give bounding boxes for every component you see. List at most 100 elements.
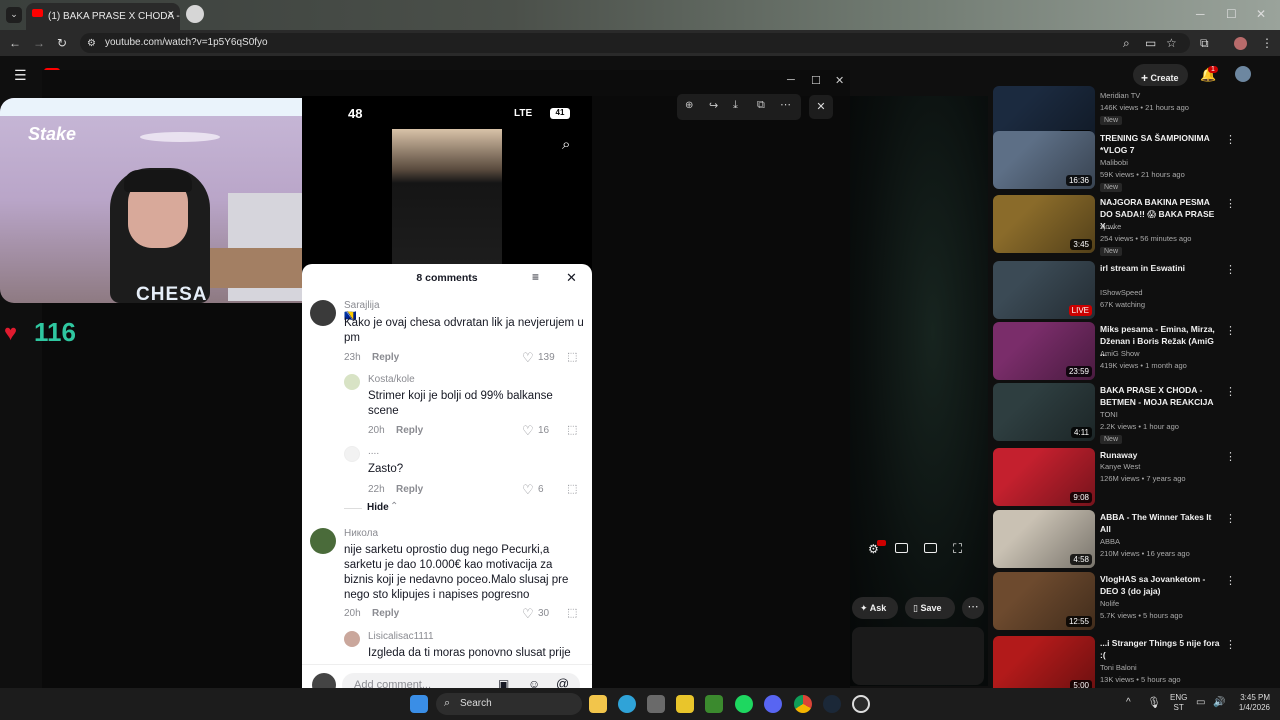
app-icon[interactable] (676, 695, 694, 713)
minecraft-icon[interactable] (705, 695, 723, 713)
video-channel[interactable]: ABBA (1100, 537, 1120, 546)
like-heart-icon[interactable]: ♡ (522, 482, 534, 498)
save-button[interactable]: ▯ Save (905, 597, 955, 619)
video-thumbnail[interactable]: 4:58 (993, 510, 1095, 568)
dislike-icon[interactable]: ⬚ (567, 350, 577, 363)
dislike-icon[interactable]: ⬚ (567, 482, 577, 495)
overlay-minimize-icon[interactable]: ─ (787, 74, 795, 86)
video-menu-icon[interactable]: ⋮ (1225, 324, 1236, 337)
create-button[interactable]: + Create (1133, 64, 1188, 86)
language-indicator[interactable]: ENG ST (1170, 693, 1187, 713)
close-window-icon[interactable]: ✕ (1256, 7, 1266, 21)
video-thumbnail[interactable]: LIVE (993, 261, 1095, 319)
cast-player-icon[interactable] (924, 543, 937, 553)
video-menu-icon[interactable]: ⋮ (1225, 133, 1236, 146)
video-title[interactable]: VlogHAS sa Jovanketom - DEO 3 (do jaja) (1100, 573, 1220, 597)
taskbar-search[interactable]: ⌕ Search (436, 693, 582, 715)
video-channel[interactable]: Toni Baloni (1100, 663, 1137, 672)
video-channel[interactable]: Kanye West (1100, 462, 1140, 471)
file-explorer-icon[interactable] (589, 695, 607, 713)
sidebar-video-item[interactable]: 4:58 ABBA - The Winner Takes It All ABBA 21… (993, 510, 1275, 570)
close-player-button[interactable]: ✕ (809, 95, 833, 119)
video-channel[interactable]: xjovke (1100, 222, 1121, 231)
video-thumbnail[interactable]: 4:11 (993, 383, 1095, 441)
video-title[interactable]: ...i Stranger Things 5 nije fora :( (1100, 637, 1220, 661)
commenter-avatar[interactable] (344, 631, 360, 647)
video-title[interactable]: Runaway (1100, 449, 1220, 461)
open-external-icon[interactable]: ⧉ (757, 99, 765, 112)
video-thumbnail[interactable]: 3:45 (993, 195, 1095, 253)
sidebar-video-item[interactable]: 9:08 Runaway Kanye West 126M views • 7 year… (993, 448, 1275, 508)
discord-icon[interactable] (764, 695, 782, 713)
commenter-name[interactable]: Никола (344, 528, 378, 539)
tray-chevron-icon[interactable]: ^ (1126, 697, 1131, 708)
video-menu-icon[interactable]: ⋮ (1225, 574, 1236, 587)
video-menu-icon[interactable]: ⋮ (1225, 197, 1236, 210)
video-menu-icon[interactable]: ⋮ (1225, 263, 1236, 276)
hamburger-menu-icon[interactable]: ☰ (14, 67, 27, 84)
dislike-icon[interactable]: ⬚ (567, 606, 577, 619)
bookmark-star-icon[interactable]: ☆ (1166, 36, 1177, 50)
commenter-avatar[interactable] (310, 300, 336, 326)
like-heart-icon[interactable]: ♡ (522, 350, 534, 366)
video-thumbnail[interactable]: 12:55 (993, 572, 1095, 630)
phone-search-icon[interactable]: ⌕ (562, 136, 570, 153)
close-comments-icon[interactable]: ✕ (566, 270, 577, 286)
profile-avatar[interactable] (1234, 37, 1247, 50)
video-channel[interactable]: IShowSpeed (1100, 288, 1143, 297)
commenter-avatar[interactable] (344, 446, 360, 462)
video-thumbnail[interactable]: 5:00 (993, 636, 1095, 694)
dislike-icon[interactable]: ⬚ (567, 423, 577, 436)
steam-icon[interactable] (823, 695, 841, 713)
like-heart-icon[interactable]: ♡ (522, 423, 534, 439)
reply-button[interactable]: Reply (372, 352, 399, 363)
more-icon[interactable]: ⋯ (780, 98, 791, 111)
commenter-name[interactable]: .... (368, 446, 379, 457)
volume-icon[interactable]: 🔊 (1213, 697, 1225, 708)
commenter-avatar[interactable] (310, 528, 336, 554)
network-icon[interactable]: ▭ (1196, 697, 1205, 708)
store-icon[interactable] (647, 695, 665, 713)
clock[interactable]: 3:45 PM 1/4/2026 (1228, 693, 1270, 713)
sort-icon[interactable]: ≡ (532, 270, 539, 284)
video-channel[interactable]: TONI (1100, 410, 1118, 419)
reply-button[interactable]: Reply (396, 425, 423, 436)
back-icon[interactable]: ← (9, 36, 21, 50)
description-box[interactable] (852, 627, 984, 685)
download-icon[interactable]: ⤓ (733, 99, 738, 112)
video-thumbnail[interactable]: 9:08 (993, 448, 1095, 506)
site-info-icon[interactable]: ⚙ (87, 37, 96, 51)
cast-icon[interactable]: ▭ (1145, 36, 1156, 50)
reload-icon[interactable]: ↻ (57, 36, 67, 50)
chrome-icon[interactable] (794, 695, 812, 713)
more-actions-button[interactable]: ⋯ (962, 597, 984, 619)
sidebar-video-item[interactable]: 4:11 BAKA PRASE X CHODA - BETMEN - MOJA R… (993, 383, 1275, 444)
forward-icon[interactable]: → (33, 36, 45, 50)
maximize-icon[interactable]: ☐ (1226, 7, 1237, 21)
commenter-name[interactable]: Kosta/kole (368, 374, 415, 385)
video-title[interactable]: ABBA - The Winner Takes It All (1100, 511, 1220, 535)
zoom-icon[interactable]: ⌕ (1123, 36, 1130, 50)
ask-button[interactable]: ✦ Ask (852, 597, 898, 619)
video-menu-icon[interactable]: ⋮ (1225, 512, 1236, 525)
spotify-icon[interactable] (735, 695, 753, 713)
tab-close-icon[interactable]: ✕ (167, 9, 175, 20)
start-windows-icon[interactable] (410, 695, 428, 713)
video-channel[interactable]: AmiG Show (1100, 349, 1140, 358)
video-title[interactable]: irl stream in Eswatini (1100, 262, 1220, 274)
reply-button[interactable]: Reply (372, 608, 399, 619)
video-channel[interactable]: Nolife (1100, 599, 1119, 608)
commenter-name[interactable]: Lisicalisac1111 (368, 631, 434, 642)
commenter-avatar[interactable] (344, 374, 360, 390)
zoom-in-icon[interactable]: ⊕ (685, 100, 693, 111)
sidebar-video-item[interactable]: 23:59 Miks pesama - Emina, Mirza, Dženan … (993, 322, 1275, 382)
browser-menu-icon[interactable]: ⋮ (1261, 36, 1273, 50)
miniplayer-icon[interactable] (895, 543, 908, 553)
fullscreen-icon[interactable]: ⛶ (953, 541, 962, 557)
overlay-maximize-icon[interactable]: ☐ (811, 74, 821, 87)
video-menu-icon[interactable]: ⋮ (1225, 638, 1236, 651)
new-tab-button[interactable] (186, 5, 204, 23)
obs-icon[interactable] (852, 695, 870, 713)
sidebar-video-item[interactable]: LIVE irl stream in Eswatini IShowSpeed 67K … (993, 261, 1275, 321)
video-menu-icon[interactable]: ⋮ (1225, 450, 1236, 463)
